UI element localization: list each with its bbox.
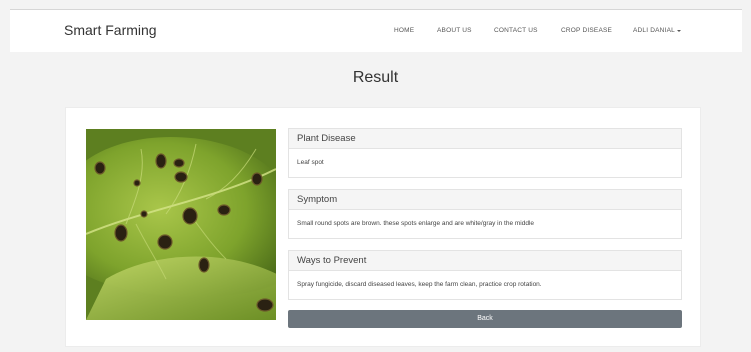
nav-contact-us[interactable]: CONTACT US <box>494 27 538 34</box>
nav-crop-disease[interactable]: CROP DISEASE <box>561 27 612 34</box>
plant-disease-value: Leaf spot <box>297 159 324 166</box>
prevention-heading: Ways to Prevent <box>289 251 681 271</box>
symptom-section: Symptom Small round spots are brown. the… <box>288 189 682 239</box>
prevention-section: Ways to Prevent Spray fungicide, discard… <box>288 250 682 300</box>
plant-disease-section: Plant Disease Leaf spot <box>288 128 682 178</box>
nav-home[interactable]: HOME <box>394 27 414 34</box>
caret-down-icon <box>676 29 681 32</box>
symptom-heading: Symptom <box>289 190 681 210</box>
page-title: Result <box>352 69 399 86</box>
back-button[interactable]: Back <box>288 310 682 328</box>
result-card: Plant Disease Leaf spot Symptom Small ro… <box>65 107 701 347</box>
user-name: ADLI DANIAL <box>633 27 675 34</box>
plant-disease-heading: Plant Disease <box>289 129 681 149</box>
leaf-disease-image <box>86 129 276 320</box>
user-menu-dropdown[interactable]: ADLI DANIAL <box>633 27 681 34</box>
prevention-value: Spray fungicide, discard diseased leaves… <box>297 281 542 288</box>
brand-logo[interactable]: Smart Farming <box>64 22 157 38</box>
navbar: Smart Farming HOME ABOUT US CONTACT US C… <box>10 10 742 52</box>
symptom-value: Small round spots are brown. these spots… <box>297 220 535 227</box>
nav-about-us[interactable]: ABOUT US <box>437 27 472 34</box>
